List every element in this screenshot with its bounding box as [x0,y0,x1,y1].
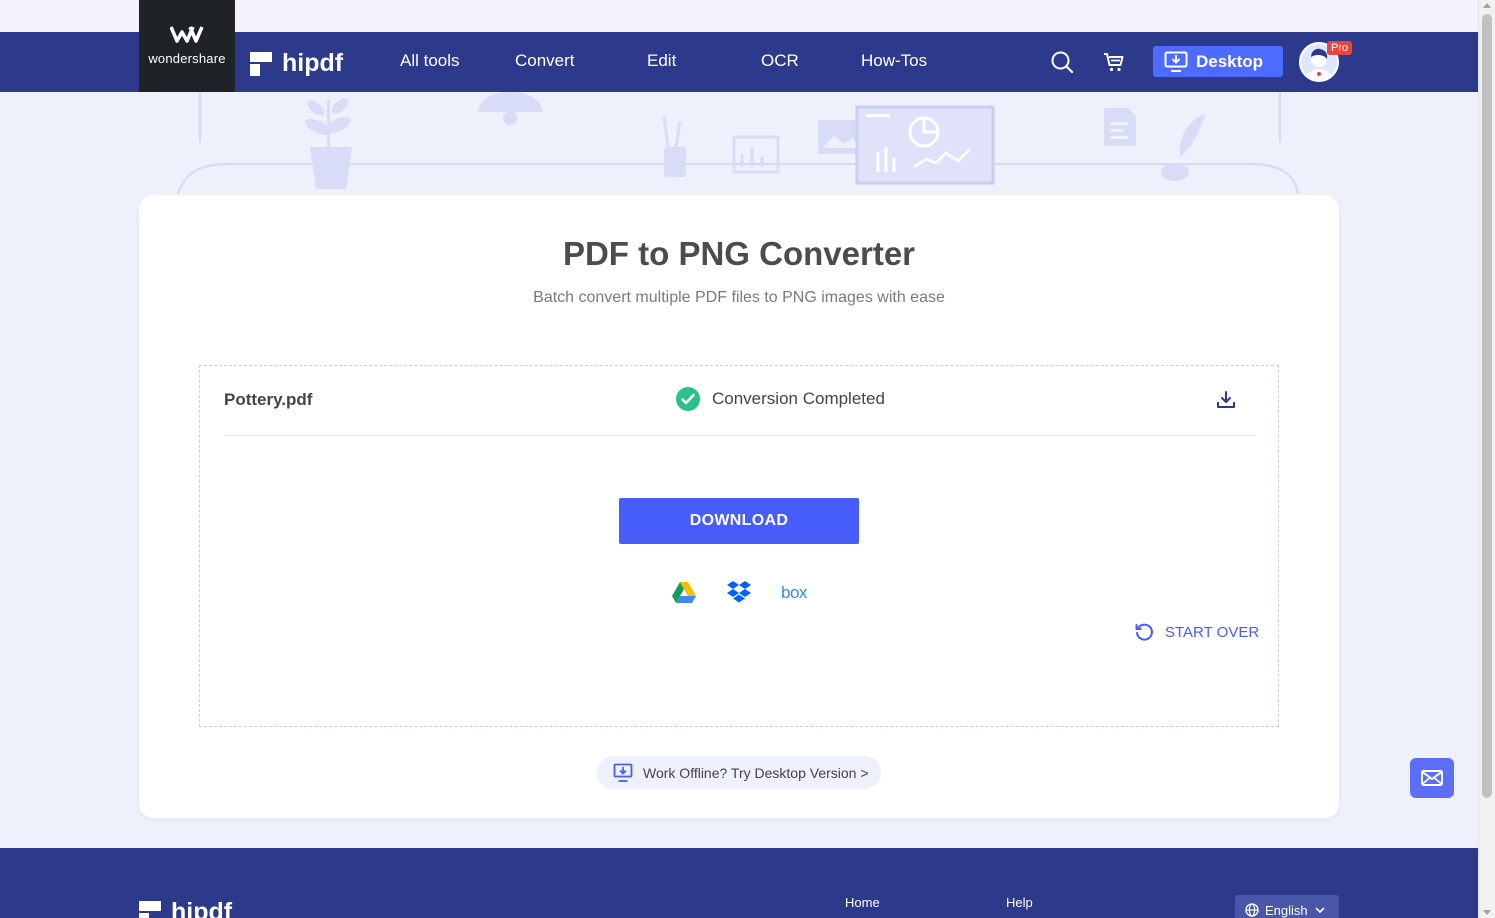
hipdf-logo-text: hipdf [282,49,344,77]
cart-icon[interactable] [1102,50,1126,74]
chevron-down-icon [1315,906,1325,913]
vertical-scrollbar[interactable] [1478,0,1495,918]
language-selector[interactable]: English [1235,895,1339,918]
start-over-button[interactable]: START OVER [1134,622,1259,642]
quill-illustration-icon [1161,114,1205,181]
converter-card: PDF to PNG Converter Batch convert multi… [139,195,1339,818]
scroll-down-arrow-icon[interactable] [1483,910,1491,915]
pro-badge: Pro [1327,41,1353,55]
google-drive-icon[interactable] [671,580,697,604]
desktop-button-label: Desktop [1196,51,1264,71]
hipdf-logo-mark-icon [250,51,272,76]
desktop-download-icon [1164,51,1188,72]
footer-link-help[interactable]: Help [1006,895,1033,910]
hipdf-logo[interactable]: hipdf [250,49,343,78]
download-icon[interactable] [1216,390,1236,410]
box-icon[interactable]: box [781,583,807,603]
start-over-label: START OVER [1165,623,1260,641]
hero-illustration [0,92,1478,202]
wondershare-logo[interactable]: wondershare [139,0,235,92]
hipdf-logo-mark-icon [139,900,161,918]
scrollbar-thumb[interactable] [1482,14,1492,798]
dashboard-illustration-icon [855,105,995,185]
refresh-icon [1135,623,1153,641]
nav-item-how-tos[interactable]: How-Tos [861,51,927,71]
nav-item-convert[interactable]: Convert [515,51,575,71]
language-label: English [1265,902,1308,918]
search-icon[interactable] [1050,50,1074,74]
page-subtitle: Batch convert multiple PDF files to PNG … [533,289,945,306]
footer: hipdf Home Help English [0,848,1478,918]
check-circle-icon [676,387,700,411]
desktop-version-link-label: Work Offline? Try Desktop Version > [643,764,869,781]
dropbox-icon[interactable] [726,580,752,604]
plant-illustration-icon [305,98,352,189]
file-row: Pottery.pdf Conversion Completed [224,366,1254,436]
wondershare-logo-text: wondershare [148,51,226,66]
download-button[interactable]: DOWNLOAD [619,498,859,544]
conversion-status: Conversion Completed [676,387,885,411]
chart-board-illustration-icon [732,135,780,174]
nav-item-ocr[interactable]: OCR [761,51,799,71]
mail-icon [1421,770,1443,786]
desktop-download-icon [613,763,633,782]
footer-link-home[interactable]: Home [845,895,880,910]
feedback-mail-button[interactable] [1410,758,1454,798]
document-illustration-icon [1104,108,1136,146]
pencil-cup-illustration-icon [662,115,686,177]
footer-logo-text: hipdf [171,898,233,918]
result-area: Pottery.pdf Conversion Completed DOWNLOA… [199,365,1279,727]
lamp-illustration-icon [478,92,543,125]
page-title: PDF to PNG Converter [562,235,916,272]
nav-item-all-tools[interactable]: All tools [400,51,460,71]
wondershare-mark-icon [170,26,204,43]
file-name: Pottery.pdf [224,390,313,409]
globe-icon [1245,903,1259,917]
footer-hipdf-logo[interactable]: hipdf [139,898,232,918]
conversion-status-text: Conversion Completed [712,389,885,408]
desktop-version-link[interactable]: Work Offline? Try Desktop Version > [597,756,881,789]
desktop-button[interactable]: Desktop [1153,46,1283,77]
nav-item-edit[interactable]: Edit [647,51,676,71]
scroll-up-arrow-icon[interactable] [1483,3,1491,8]
